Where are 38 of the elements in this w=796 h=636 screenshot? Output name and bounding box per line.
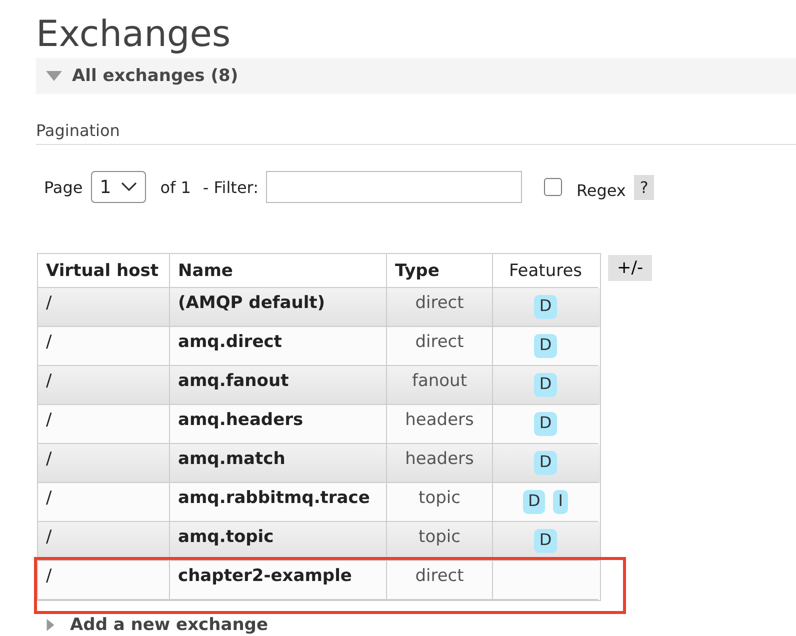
table-cell: direct [387,561,493,600]
page-label: Page [44,178,83,196]
page-select[interactable]: 1 [90,171,146,203]
feature-badge: D [534,529,557,553]
help-button[interactable]: ? [634,174,654,200]
regex-label: Regex [576,180,626,200]
filter-field[interactable] [266,171,522,203]
collapse-triangle-icon[interactable] [46,70,62,82]
table-cell: chapter2-example [170,561,387,600]
column-header: Name [170,254,387,288]
table-row[interactable]: / amq.direct direct D [38,327,600,366]
table-cell: / [38,561,170,600]
feature-badge: D [534,334,557,358]
table-row[interactable]: / amq.headers headers D [38,405,600,444]
table-row[interactable]: / amq.rabbitmq.trace topic D I [38,483,600,522]
page-title: Exchanges [36,13,232,57]
section-title: All exchanges (8) [72,66,238,86]
table-row[interactable]: / amq.topic topic D [38,522,600,561]
filter-label: - Filter: [202,178,258,196]
chevron-down-icon [121,182,138,192]
section-header[interactable]: All exchanges (8) [36,58,796,94]
page-count: of 1 [160,178,191,196]
table-row[interactable]: / (AMQP default) direct D [38,288,600,327]
column-toggle-button[interactable]: +/- [608,255,652,281]
table-row[interactable]: / amq.fanout fanout D [38,366,600,405]
section-title[interactable]: Add a new exchange [70,615,268,635]
table-row[interactable]: / chapter2-example direct [38,561,600,600]
pagination-heading: Pagination [36,121,796,145]
feature-badge: D [534,412,557,436]
feature-badge: D [522,490,546,514]
column-header: Virtual host [38,254,170,288]
column-header: Type [387,254,493,288]
feature-badge: D [534,295,557,319]
table-row[interactable]: / amq.match headers D [38,444,600,483]
regex-checkbox[interactable] [544,178,562,196]
feature-badge: D [534,373,557,397]
feature-badge: D [534,451,557,475]
feature-badge: I [553,490,568,514]
